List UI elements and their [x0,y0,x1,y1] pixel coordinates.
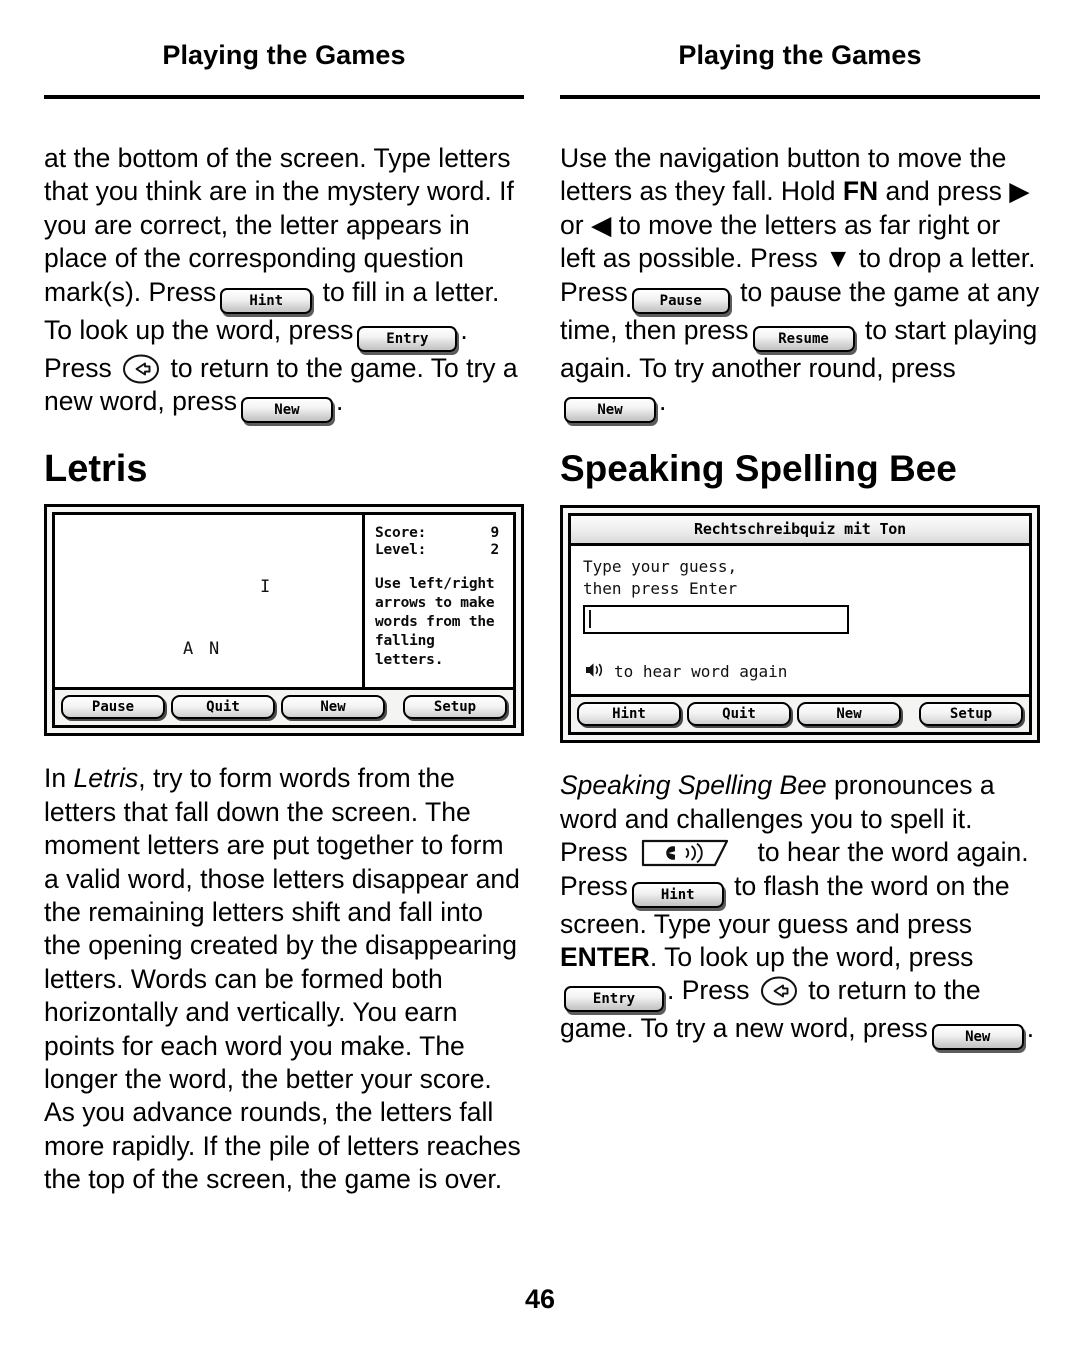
new-button[interactable]: New [931,1024,1024,1051]
instruction-line: words from the [375,613,495,630]
game-name-italic: Speaking Spelling Bee [560,770,827,801]
hint-button[interactable]: Hint [220,287,313,314]
letris-screen-frame: I A N Score: 9 Level: 2 Use left/right a… [52,511,516,728]
entry-button[interactable]: Entry [357,325,458,352]
running-head-right: Playing the Games [678,40,922,70]
back-arrow-icon[interactable] [760,976,798,1006]
spelling-bee-dialog-body: Type your guess, then press Enter to hea… [571,545,1029,694]
text-run: . Press [667,975,750,1006]
letris-pause-button[interactable]: Pause [61,694,165,719]
spelling-bee-dialog-title: Rechtschreibquiz mit Ton [571,515,1029,546]
entry-button[interactable]: Entry [564,986,664,1013]
spelling-bee-screen-frame: Rechtschreibquiz mit Ton Type your guess… [568,512,1032,735]
text-run: , try to form words from the letters tha… [44,763,521,1195]
enter-key-label: ENTER [560,941,650,972]
text-run: . To look up the word, press [649,941,974,972]
falling-letter: I [260,576,271,597]
left-column: at the bottom of the screen. Type letter… [44,115,524,1223]
instruction-line: falling letters. [375,632,444,668]
text-run: and press [885,176,1002,207]
text-run: or [560,209,584,240]
text-caret [589,609,591,628]
spelling-bee-quit-button[interactable]: Quit [687,701,791,726]
say-speaker-key-icon[interactable] [641,837,745,869]
paragraph-spelling-bee-description: Speaking Spelling Bee pronounces a word … [560,769,1040,1051]
hear-again-row: to hear word again [583,660,1017,685]
letris-button-bar: Pause Quit New Setup [55,686,513,725]
section-heading-letris: Letris [44,447,148,490]
right-column: Use the navigation button to move the le… [560,115,1040,1223]
letris-new-button[interactable]: New [281,694,385,719]
spelling-bee-screenshot: Rechtschreibquiz mit Ton Type your guess… [560,504,1040,743]
letris-status-panel: Score: 9 Level: 2 Use left/right arrows … [365,515,513,687]
hear-again-label: to hear word again [614,662,788,682]
back-arrow-icon[interactable] [122,354,160,384]
manual-page: Playing the Games Playing the Games at t… [0,0,1080,1349]
prompt-line-1: Type your guess, [583,556,738,576]
paragraph-mystery-word: at the bottom of the screen. Type letter… [44,142,524,424]
letris-setup-button[interactable]: Setup [403,694,507,719]
arrow-down-icon: ▼ [825,243,852,274]
text-run: In [44,763,74,794]
new-button[interactable]: New [564,397,656,424]
paragraph-navigation: Use the navigation button to move the le… [560,142,1040,424]
content-columns: at the bottom of the screen. Type letter… [0,115,1080,1223]
score-row: Score: 9 [375,525,499,542]
score-label: Score: [375,524,427,541]
spelling-bee-setup-button[interactable]: Setup [919,701,1023,726]
new-button[interactable]: New [240,397,333,424]
running-head-row: Playing the Games Playing the Games [0,0,1080,115]
game-name-italic: Letris [73,763,139,794]
header-rule-left [44,95,524,99]
letris-play-field: I A N [55,514,365,687]
arrow-right-icon: ▶ [1009,176,1030,207]
spelling-bee-hint-button[interactable]: Hint [577,701,681,726]
level-value: 2 [490,541,499,558]
prompt-line-2: then press Enter [583,578,738,598]
letris-instructions: Use left/right arrows to make words from… [375,575,507,670]
spelling-bee-button-bar: Hint Quit New Setup [571,693,1029,732]
letris-screen-body: I A N Score: 9 Level: 2 Use left/right a… [55,514,513,687]
falling-letter: N [209,638,220,659]
resume-button[interactable]: Resume [752,325,855,352]
text-run: . [659,386,667,417]
falling-letter: A [183,638,194,659]
guess-input[interactable] [583,604,849,634]
page-number: 46 [524,1284,556,1314]
paragraph-letris-description: In Letris, try to form words from the le… [44,762,524,1196]
level-label: Level: [375,541,427,558]
right-column-head: Playing the Games [560,0,1040,115]
header-rule-right [560,95,1040,99]
instruction-line: Use left/right [375,575,495,592]
level-row: Level: 2 [375,542,499,559]
section-heading-speaking-spelling-bee: Speaking Spelling Bee [560,447,957,489]
left-column-head: Playing the Games [44,0,524,115]
letris-screenshot: I A N Score: 9 Level: 2 Use left/right a… [44,503,524,736]
arrow-left-icon: ◀ [590,209,612,240]
instruction-line: arrows to make [375,594,495,611]
letris-quit-button[interactable]: Quit [171,694,275,719]
pause-button[interactable]: Pause [631,287,730,314]
spelling-bee-new-button[interactable]: New [797,701,901,726]
text-run: . [335,386,344,417]
hint-button[interactable]: Hint [631,881,724,908]
fn-key-label: FN [842,176,879,207]
running-head-left: Playing the Games [162,40,406,70]
score-value: 9 [490,524,499,541]
speaker-icon [583,660,605,685]
text-run: . [1026,1013,1035,1044]
